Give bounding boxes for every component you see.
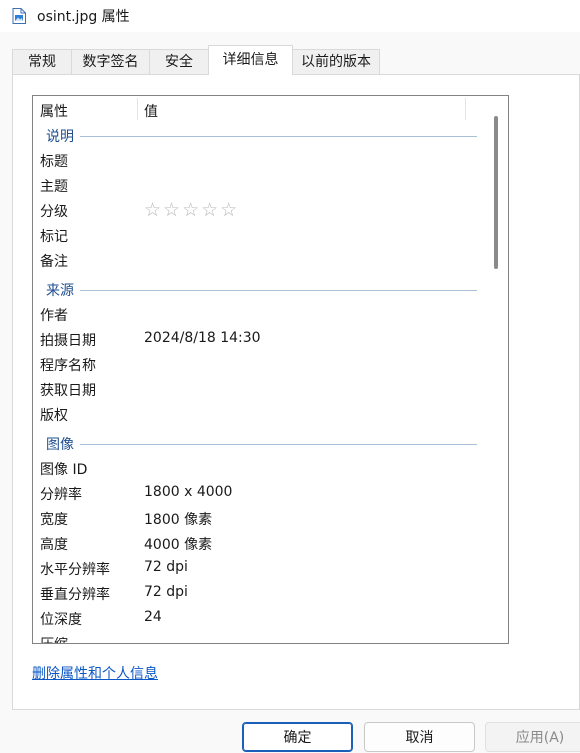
apply-button[interactable]: 应用(A) [485, 722, 580, 752]
property-name: 标题 [40, 154, 68, 170]
list-item[interactable]: 压缩 [33, 631, 493, 643]
property-name: 程序名称 [40, 358, 96, 374]
list-item[interactable]: 宽度 1800 像素 [33, 506, 493, 531]
rating-stars[interactable]: ☆☆☆☆☆ [144, 199, 239, 221]
property-name: 获取日期 [40, 383, 96, 399]
cancel-button[interactable]: 取消 [364, 722, 475, 752]
column-divider[interactable] [465, 98, 466, 120]
group-header-description: 说明 [33, 124, 493, 148]
property-name: 高度 [40, 537, 68, 553]
property-name: 分级 [40, 204, 68, 220]
list-item[interactable]: 程序名称 [33, 352, 493, 377]
property-name: 备注 [40, 254, 68, 270]
tab-general[interactable]: 常规 [12, 49, 72, 74]
tab-previous-versions[interactable]: 以前的版本 [292, 49, 380, 74]
property-name: 图像 ID [40, 462, 88, 478]
property-value: 2024/8/18 14:30 [144, 330, 261, 346]
title-bar: osint.jpg 属性 [0, 0, 580, 32]
list-item[interactable]: 高度 4000 像素 [33, 531, 493, 556]
list-item[interactable]: 水平分辨率 72 dpi [33, 556, 493, 581]
list-item[interactable]: 版权 [33, 402, 493, 427]
group-header-origin: 来源 [33, 278, 493, 302]
list-item[interactable]: 垂直分辨率 72 dpi [33, 581, 493, 606]
tab-security[interactable]: 安全 [149, 49, 209, 74]
property-value: 24 [144, 609, 162, 625]
group-label: 图像 [46, 434, 80, 454]
tab-digital-signatures[interactable]: 数字签名 [71, 49, 150, 74]
list-item[interactable]: 标题 [33, 148, 493, 173]
property-name: 标记 [40, 229, 68, 245]
group-header-image: 图像 [33, 432, 493, 456]
property-value: 1800 x 4000 [144, 484, 233, 500]
ok-button[interactable]: 确定 [242, 722, 353, 752]
property-name: 宽度 [40, 512, 68, 528]
group-divider [46, 136, 477, 137]
property-name: 拍摄日期 [40, 333, 96, 349]
property-name: 分辨率 [40, 487, 82, 503]
property-name: 压缩 [40, 634, 68, 643]
list-item[interactable]: 获取日期 [33, 377, 493, 402]
column-header-property[interactable]: 属性 [40, 101, 68, 121]
vertical-scrollbar-thumb[interactable] [494, 116, 498, 269]
property-name: 版权 [40, 408, 68, 424]
property-value: 72 dpi [144, 559, 188, 575]
property-name: 位深度 [40, 612, 82, 628]
image-file-icon [12, 8, 26, 24]
list-item[interactable]: 主题 [33, 173, 493, 198]
list-header: 属性 值 [33, 96, 508, 123]
column-header-value[interactable]: 值 [144, 101, 158, 121]
property-list[interactable]: 属性 值 说明 标题 主题 分级 ☆☆☆☆☆ 标记 备注 来源 作者 拍摄日期 20… [32, 95, 509, 644]
property-name: 垂直分辨率 [40, 587, 110, 603]
list-item[interactable]: 分辨率 1800 x 4000 [33, 481, 493, 506]
property-name: 作者 [40, 308, 68, 324]
list-item[interactable]: 标记 [33, 223, 493, 248]
column-divider[interactable] [137, 98, 138, 120]
list-item[interactable]: 拍摄日期 2024/8/18 14:30 [33, 327, 493, 352]
property-name: 水平分辨率 [40, 562, 110, 578]
list-item[interactable]: 位深度 24 [33, 606, 493, 631]
tab-details[interactable]: 详细信息 [208, 45, 293, 75]
property-value: 4000 像素 [144, 537, 213, 553]
window-title: osint.jpg 属性 [37, 9, 130, 25]
group-label: 说明 [46, 126, 80, 146]
property-value: 1800 像素 [144, 512, 213, 528]
group-divider [46, 290, 477, 291]
property-value: 72 dpi [144, 584, 188, 600]
remove-properties-link[interactable]: 删除属性和个人信息 [32, 663, 158, 683]
group-divider [46, 444, 477, 445]
list-item[interactable]: 分级 ☆☆☆☆☆ [33, 198, 493, 223]
group-label: 来源 [46, 280, 80, 300]
property-name: 主题 [40, 179, 68, 195]
list-item[interactable]: 作者 [33, 302, 493, 327]
list-item[interactable]: 图像 ID [33, 456, 493, 481]
list-item[interactable]: 备注 [33, 248, 493, 273]
